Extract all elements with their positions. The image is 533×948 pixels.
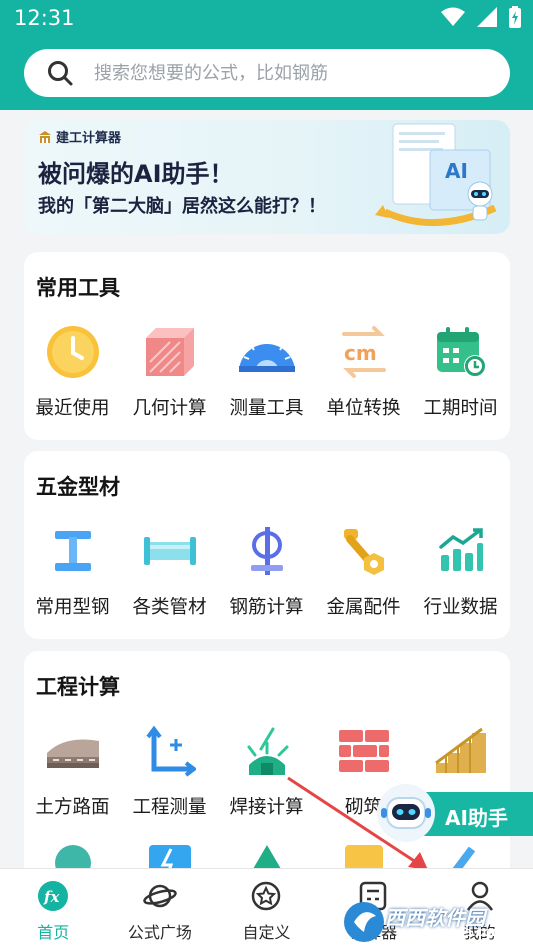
- wifi-icon: [441, 7, 465, 26]
- tool-label: 单位转换: [326, 398, 401, 419]
- watermark-sub: CR173.COM: [436, 928, 502, 939]
- tool-label: 工程测量: [132, 797, 207, 818]
- protractor-icon: [238, 338, 295, 372]
- tool-rebar[interactable]: 钢筋计算: [218, 521, 315, 619]
- tab-formula-plaza[interactable]: 公式广场: [107, 869, 214, 948]
- clock-icon: [46, 326, 99, 378]
- search-bar[interactable]: [24, 49, 510, 97]
- promo-banner[interactable]: 建工计算器 被问爆的AI助手！ 我的「第二大脑」居然这么能打？！ AI: [24, 120, 510, 234]
- rebar-icon: [250, 527, 283, 575]
- ai-assistant-button[interactable]: AI助手: [375, 782, 533, 844]
- svg-text:AI: AI: [445, 159, 468, 183]
- calendar-icon: [436, 327, 486, 377]
- search-input[interactable]: [94, 62, 474, 84]
- cube-icon: [145, 328, 194, 376]
- tab-label: 首页: [37, 923, 70, 942]
- tab-home[interactable]: fx 首页: [0, 869, 107, 948]
- tool-earthwork[interactable]: 土方路面: [24, 721, 121, 819]
- building-icon: [39, 130, 51, 143]
- signal-icon: [477, 7, 497, 27]
- section-engineering: 工程计算 土方路面 工程测量 焊接计算 砌筑: [24, 651, 510, 881]
- tool-welding[interactable]: 焊接计算: [218, 721, 315, 819]
- banner-brand-text: 建工计算器: [56, 131, 122, 146]
- brick-icon: [338, 730, 389, 772]
- tool-measure[interactable]: 测量工具: [218, 322, 315, 420]
- tool-pipes[interactable]: 各类管材: [121, 521, 218, 619]
- section-title: 工程计算: [36, 675, 120, 699]
- tool-industry-data[interactable]: 行业数据: [412, 521, 509, 619]
- search-icon: [48, 61, 73, 86]
- watermark-text: 西西软件园: [385, 906, 485, 930]
- watermark-logo-icon: [344, 902, 384, 942]
- tool-label: 各类管材: [132, 597, 207, 618]
- tool-label: 金属配件: [326, 597, 401, 618]
- tool-label: 土方路面: [35, 797, 110, 818]
- fx-icon: fx: [38, 881, 69, 911]
- banner-title: 被问爆的AI助手！: [38, 160, 234, 188]
- status-bar: 12:31: [0, 0, 533, 36]
- stairs-icon: [434, 727, 486, 773]
- tool-label: 工期时间: [423, 398, 498, 419]
- tool-geometry[interactable]: 几何计算: [121, 322, 218, 420]
- tool-metal-parts[interactable]: 金属配件: [315, 521, 412, 619]
- tab-label: 自定义: [242, 923, 291, 942]
- section-hardware-profiles: 五金型材 常用型钢 各类管材 钢筋计算 金属配件 行业数据: [24, 451, 510, 639]
- tool-label: 测量工具: [229, 398, 304, 419]
- tool-label: 常用型钢: [35, 597, 110, 618]
- ai-assistant-label: AI助手: [445, 806, 508, 830]
- hardware-icon: [343, 529, 384, 575]
- star-icon: [252, 881, 281, 911]
- section-title: 常用工具: [36, 276, 120, 300]
- trend-chart-icon: [438, 528, 483, 571]
- svg-text:cm: cm: [344, 341, 377, 365]
- tool-unit-convert[interactable]: cm 单位转换: [315, 322, 412, 420]
- banner-brand: 建工计算器: [38, 127, 121, 146]
- svg-text:fx: fx: [43, 888, 60, 906]
- tool-recent[interactable]: 最近使用: [24, 322, 121, 420]
- tab-custom[interactable]: 自定义: [213, 869, 320, 948]
- status-time: 12:31: [14, 6, 75, 30]
- welding-icon: [247, 727, 288, 775]
- tool-label: 几何计算: [132, 398, 207, 419]
- tool-label: 钢筋计算: [229, 597, 304, 618]
- road-icon: [46, 739, 99, 768]
- battery-icon: [509, 6, 521, 28]
- tool-survey[interactable]: 工程测量: [121, 721, 218, 819]
- site-watermark: 西西软件园 CR173.COM: [340, 896, 533, 948]
- tool-label: 行业数据: [423, 597, 498, 618]
- tool-schedule[interactable]: 工期时间: [412, 322, 509, 420]
- planet-icon: [143, 884, 177, 908]
- header: [0, 36, 533, 110]
- i-beam-icon: [54, 531, 91, 571]
- section-title: 五金型材: [36, 475, 120, 499]
- tool-label: 焊接计算: [229, 797, 304, 818]
- robot-icon: [377, 784, 435, 842]
- tool-label: 最近使用: [35, 398, 110, 419]
- tab-label: 公式广场: [127, 923, 192, 942]
- banner-subtitle: 我的「第二大脑」居然这么能打？！: [38, 196, 326, 217]
- section-common-tools: 常用工具 最近使用 几何计算 测量工具 cm 单位转换 工期时间: [24, 252, 510, 440]
- ai-robot-illustration: AI: [375, 123, 497, 227]
- axis-icon: [145, 725, 196, 777]
- tool-steel-sections[interactable]: 常用型钢: [24, 521, 121, 619]
- unit-convert-icon: cm: [341, 326, 386, 378]
- status-icons: [441, 6, 521, 28]
- pipe-icon: [143, 537, 196, 565]
